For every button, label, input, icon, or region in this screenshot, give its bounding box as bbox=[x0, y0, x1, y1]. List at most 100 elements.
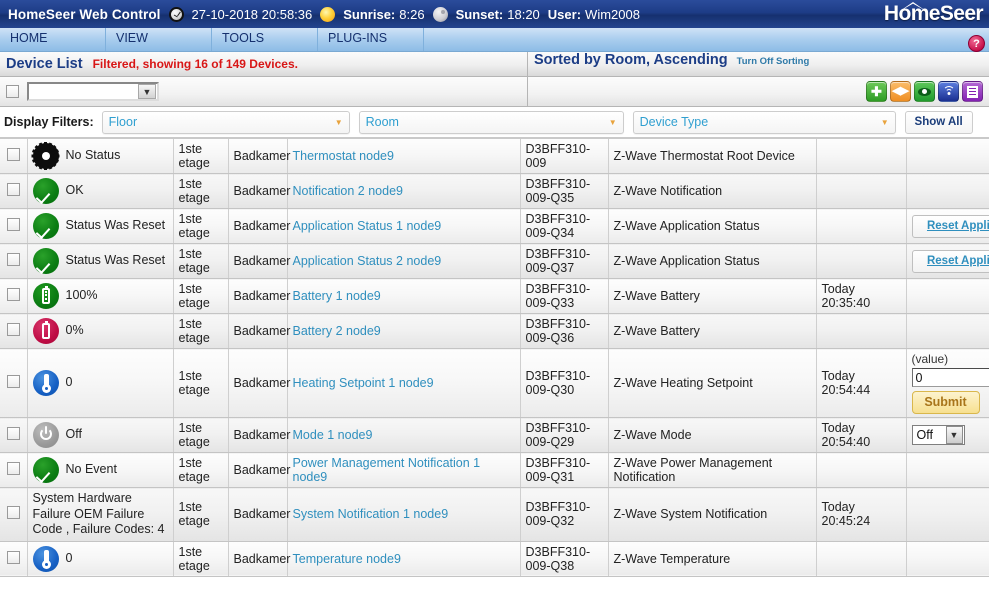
device-name-link[interactable]: System Notification 1 node9 bbox=[293, 507, 449, 521]
table-row[interactable]: 0 1ste etage Badkamer Heating Setpoint 1 no… bbox=[0, 348, 989, 418]
display-filters-label: Display Filters: bbox=[4, 115, 94, 129]
row-checkbox[interactable] bbox=[6, 462, 20, 475]
device-code-cell: D3BFF310-009-Q34 bbox=[520, 208, 609, 244]
select-all-checkbox[interactable] bbox=[6, 85, 19, 98]
device-name-link[interactable]: Mode 1 node9 bbox=[293, 428, 373, 442]
table-row[interactable]: Off 1ste etage Badkamer Mode 1 node9 D3BFF31… bbox=[0, 417, 989, 453]
menu-item-tools[interactable]: TOOLS bbox=[212, 28, 318, 51]
row-checkbox[interactable] bbox=[6, 148, 20, 161]
status-wrap: 0% bbox=[32, 318, 168, 344]
device-type-filter-select[interactable]: Device Type ▼ bbox=[632, 110, 896, 134]
status-wrap: No Event bbox=[32, 457, 168, 483]
room-cell: Badkamer bbox=[228, 243, 290, 279]
turn-off-sorting-link[interactable]: Turn Off Sorting bbox=[737, 56, 810, 67]
row-checkbox[interactable] bbox=[6, 427, 20, 440]
floor-cell: 1ste etage bbox=[173, 417, 229, 453]
check-circle-icon bbox=[32, 213, 59, 239]
device-name-link[interactable]: Application Status 2 node9 bbox=[293, 254, 442, 268]
control-cell: Reset Application Status bbox=[906, 208, 989, 244]
table-row[interactable]: 100% 1ste etage Badkamer Battery 1 node9 D3B… bbox=[0, 278, 989, 314]
app-title: HomeSeer Web Control bbox=[8, 6, 161, 22]
table-row[interactable]: Status Was Reset 1ste etage Badkamer Applic… bbox=[0, 243, 989, 279]
thermometer-bulb bbox=[41, 384, 51, 393]
eye-icon bbox=[918, 87, 931, 96]
device-type-cell: Z-Wave Notification bbox=[608, 173, 817, 209]
floor-filter-select[interactable]: Floor ▼ bbox=[101, 110, 350, 134]
menu-item-home[interactable]: HOME bbox=[0, 28, 106, 51]
room-filter-select[interactable]: Room ▼ bbox=[358, 110, 624, 134]
status-cell: Status Was Reset bbox=[27, 243, 174, 279]
power-stem bbox=[44, 426, 47, 434]
device-name-cell: System Notification 1 node9 bbox=[287, 487, 521, 542]
device-code-cell: D3BFF310-009-Q32 bbox=[520, 487, 609, 542]
device-type-cell: Z-Wave Mode bbox=[608, 417, 817, 453]
row-checkbox[interactable] bbox=[6, 506, 20, 520]
status-cell: Off bbox=[27, 417, 174, 453]
device-name-link[interactable]: Heating Setpoint 1 node9 bbox=[293, 376, 434, 390]
device-type-cell: Z-Wave Temperature bbox=[608, 541, 817, 577]
menu-item-plugins[interactable]: PLUG-INS bbox=[318, 28, 424, 51]
menu-item-view[interactable]: VIEW bbox=[106, 28, 212, 51]
device-name-link[interactable]: Thermostat node9 bbox=[293, 149, 394, 163]
mode-select[interactable]: Off ▼ bbox=[911, 425, 965, 445]
thermometer-icon bbox=[32, 370, 59, 396]
status-cell: OK bbox=[27, 173, 174, 209]
mode-select-value: Off bbox=[916, 428, 933, 442]
device-name-link[interactable]: Application Status 1 node9 bbox=[293, 219, 442, 233]
device-table-body: No Status 1ste etage Badkamer Thermostat no… bbox=[0, 139, 989, 577]
row-checkbox[interactable] bbox=[6, 323, 20, 336]
room-cell: Badkamer bbox=[228, 487, 290, 542]
check-circle-icon bbox=[32, 457, 59, 483]
device-list-header: Device List Filtered, showing 16 of 149 … bbox=[0, 51, 989, 77]
sun-icon bbox=[320, 6, 336, 22]
move-device-button[interactable]: ◀▶ bbox=[890, 81, 911, 102]
row-checkbox[interactable] bbox=[6, 253, 20, 266]
table-row[interactable]: 0% 1ste etage Badkamer Battery 2 node9 D3BFF… bbox=[0, 313, 989, 349]
device-name-link[interactable]: Battery 2 node9 bbox=[293, 324, 381, 338]
view-device-button[interactable] bbox=[914, 81, 935, 102]
show-all-button[interactable]: Show All bbox=[904, 110, 973, 134]
status-cell: 0 bbox=[27, 348, 174, 418]
status-badge: 0% bbox=[65, 323, 84, 338]
device-list-button[interactable] bbox=[962, 81, 983, 102]
floor-cell: 1ste etage bbox=[173, 452, 229, 488]
chevron-down-icon: ▼ bbox=[138, 84, 156, 99]
device-code-cell: D3BFF310-009-Q35 bbox=[520, 173, 609, 209]
control-cell bbox=[906, 173, 989, 209]
control-cell bbox=[906, 278, 989, 314]
room-cell: Badkamer bbox=[228, 417, 290, 453]
plus-icon: ✚ bbox=[871, 84, 882, 99]
reset-application-status-button[interactable]: Reset Application Status bbox=[911, 214, 989, 238]
row-checkbox[interactable] bbox=[6, 375, 20, 388]
table-row[interactable]: OK 1ste etage Badkamer Notification 2 node9… bbox=[0, 173, 989, 209]
device-name-link[interactable]: Notification 2 node9 bbox=[293, 184, 404, 198]
zwave-signal-button[interactable] bbox=[938, 81, 959, 102]
status-cell: 0 bbox=[27, 541, 174, 577]
table-row[interactable]: 0 1ste etage Badkamer Temperature node9 D3BF… bbox=[0, 541, 989, 577]
row-checkbox-cell bbox=[0, 417, 28, 453]
table-row[interactable]: System Hardware Failure OEM Failure Code… bbox=[0, 487, 989, 542]
status-badge: Status Was Reset bbox=[65, 253, 166, 268]
device-name-link[interactable]: Power Management Notification 1 node9 bbox=[293, 456, 481, 484]
floor-cell: 1ste etage bbox=[173, 313, 229, 349]
row-checkbox[interactable] bbox=[6, 183, 20, 196]
device-type-cell: Z-Wave System Notification bbox=[608, 487, 817, 542]
row-checkbox[interactable] bbox=[6, 550, 20, 564]
add-device-button[interactable]: ✚ bbox=[866, 81, 887, 102]
device-name-link[interactable]: Temperature node9 bbox=[293, 552, 401, 566]
device-name-cell: Application Status 1 node9 bbox=[287, 208, 521, 244]
table-row[interactable]: No Event 1ste etage Badkamer Power Manageme… bbox=[0, 452, 989, 488]
reset-application-status-button[interactable]: Reset Application Status bbox=[911, 249, 989, 273]
submit-button[interactable]: Submit bbox=[911, 391, 980, 414]
table-row[interactable]: No Status 1ste etage Badkamer Thermostat no… bbox=[0, 139, 989, 174]
value-input[interactable] bbox=[911, 368, 989, 387]
device-name-link[interactable]: Battery 1 node9 bbox=[293, 289, 381, 303]
row-checkbox[interactable] bbox=[6, 288, 20, 301]
row-checkbox[interactable] bbox=[6, 218, 20, 231]
bulk-action-select[interactable]: ▼ bbox=[27, 82, 159, 101]
help-icon[interactable]: ? bbox=[968, 35, 985, 52]
room-cell: Badkamer bbox=[228, 313, 290, 349]
table-row[interactable]: Status Was Reset 1ste etage Badkamer Applic… bbox=[0, 208, 989, 244]
control-cell bbox=[906, 487, 989, 542]
device-type-cell: Z-Wave Heating Setpoint bbox=[608, 348, 817, 418]
